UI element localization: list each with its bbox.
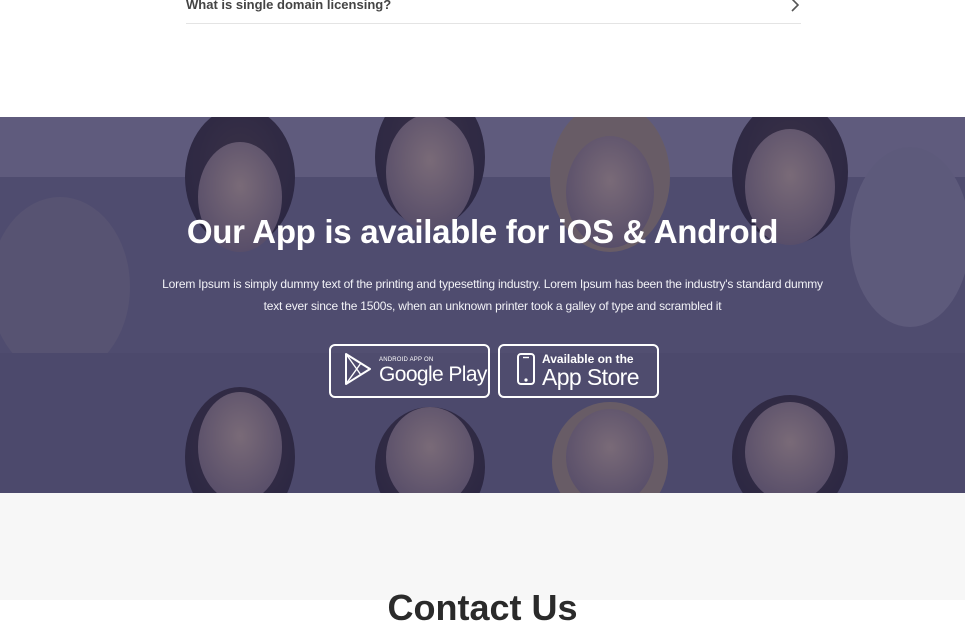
app-banner: Our App is available for iOS & Android L… bbox=[0, 117, 965, 493]
app-banner-description: Lorem Ipsum is simply dummy text of the … bbox=[162, 277, 823, 313]
faq-question: What is single domain licensing? bbox=[186, 0, 392, 12]
app-store-button[interactable]: Available on the App Store bbox=[498, 344, 659, 398]
app-store-label: App Store bbox=[542, 364, 639, 390]
app-banner-title: Our App is available for iOS & Android bbox=[186, 213, 779, 250]
faq-item[interactable]: What is single domain licensing? bbox=[186, 0, 801, 24]
google-play-label: Google Play bbox=[379, 363, 487, 386]
google-play-button[interactable]: ANDROID APP ON Google Play bbox=[329, 344, 490, 398]
contact-title: Contact Us bbox=[387, 587, 578, 628]
phone-icon bbox=[516, 352, 536, 391]
chevron-right-icon bbox=[789, 0, 801, 12]
contact-section: Contact Us bbox=[0, 493, 965, 628]
play-icon bbox=[343, 352, 373, 391]
